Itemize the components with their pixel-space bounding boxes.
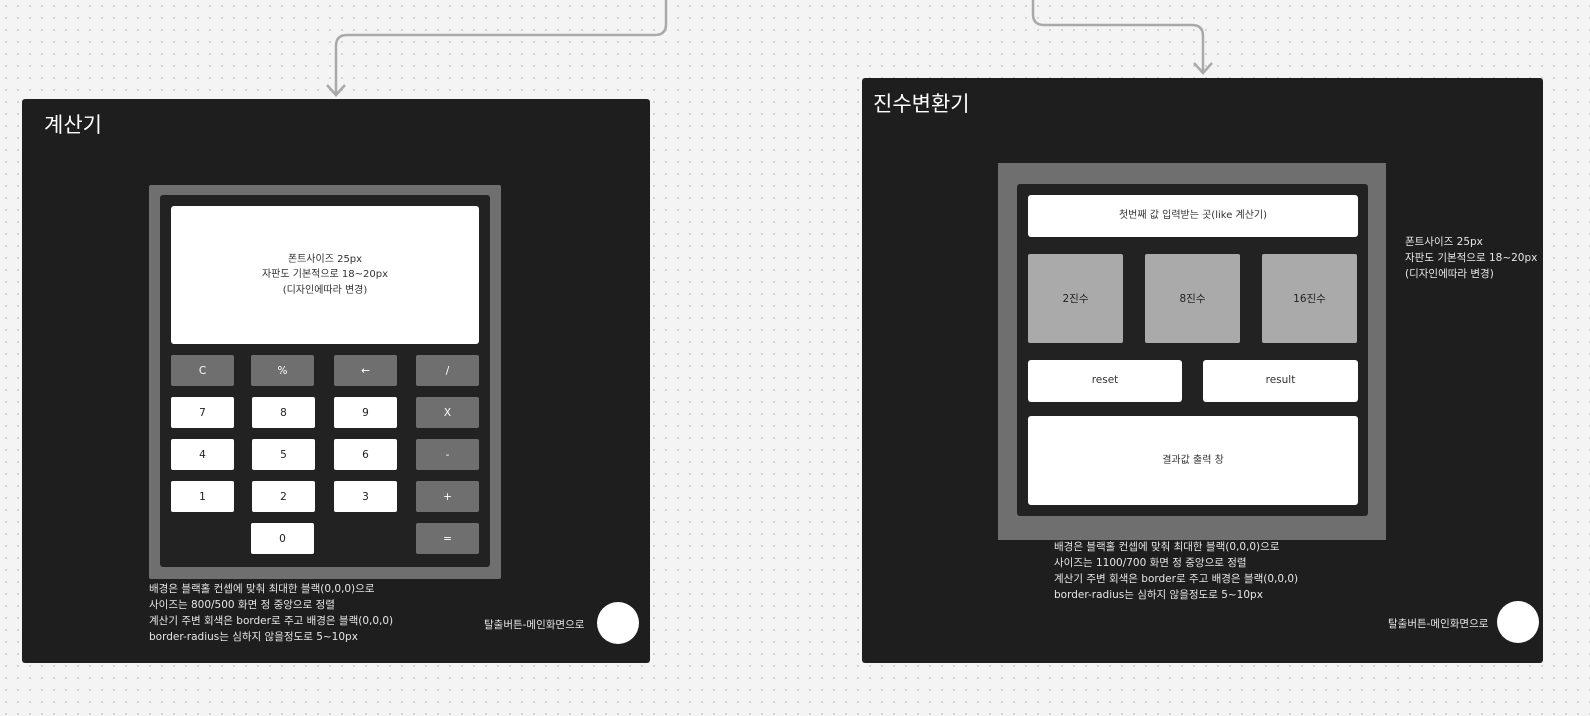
converter-design-notes: 배경은 블랙홀 컨셉에 맞춰 최대한 블랙(0,0,0)으로 사이즈는 1100…	[1054, 539, 1298, 603]
calculator-title: 계산기	[44, 113, 102, 137]
backspace-key[interactable]: ←	[334, 355, 397, 386]
note-line: 계산기 주변 회색은 border로 주고 배경은 블랙(0,0,0)	[149, 615, 394, 627]
note-line: 배경은 블랙홀 컨셉에 맞춰 최대한 블랙(0,0,0)으로	[149, 583, 375, 595]
calculator-display: 폰트사이즈 25px 자판도 기본적으로 18~20px (디자인에따라 변경)	[171, 206, 479, 344]
digit-4-key[interactable]: 4	[171, 439, 234, 470]
digit-9-key[interactable]: 9	[334, 397, 397, 428]
note-line: 사이즈는 1100/700 화면 정 중앙으로 정렬	[1054, 557, 1247, 569]
converter-title: 진수변환기	[873, 92, 970, 116]
note-line: 사이즈는 800/500 화면 정 중앙으로 정렬	[149, 599, 335, 611]
result-button[interactable]: result	[1203, 360, 1358, 402]
digit-0-key[interactable]: 0	[251, 523, 314, 554]
exit-button-label: 탈출버튼-메인화면으로	[1388, 618, 1489, 630]
divide-key[interactable]: /	[416, 355, 479, 386]
digit-2-key[interactable]: 2	[252, 481, 315, 512]
digit-5-key[interactable]: 5	[252, 439, 315, 470]
display-line: (디자인에따라 변경)	[282, 284, 368, 296]
display-line: 자판도 기본적으로 18~20px	[261, 269, 389, 281]
note-line: 폰트사이즈 25px	[1405, 236, 1483, 248]
binary-button[interactable]: 2진수	[1028, 254, 1123, 343]
note-line: (디자인에따라 변경)	[1405, 268, 1494, 280]
equals-key[interactable]: =	[416, 523, 479, 554]
reset-button[interactable]: reset	[1028, 360, 1182, 402]
percent-key[interactable]: %	[251, 355, 314, 386]
note-line: border-radius는 심하지 않을정도로 5~10px	[1054, 589, 1263, 601]
note-line: 자판도 기본적으로 18~20px	[1405, 252, 1538, 264]
note-line: 계산기 주변 회색은 border로 주고 배경은 블랙(0,0,0)	[1054, 573, 1299, 585]
digit-8-key[interactable]: 8	[252, 397, 315, 428]
exit-button-label: 탈출버튼-메인화면으로	[484, 619, 585, 631]
converter-side-notes: 폰트사이즈 25px 자판도 기본적으로 18~20px (디자인에따라 변경)	[1405, 234, 1537, 282]
digit-6-key[interactable]: 6	[334, 439, 397, 470]
converter-frame: 진수변환기 첫번째 값 입력받는 곳(like 계산기) 2진수 8진수 16진…	[862, 78, 1543, 663]
minus-key[interactable]: -	[416, 439, 479, 470]
octal-button[interactable]: 8진수	[1145, 254, 1240, 343]
hex-button[interactable]: 16진수	[1262, 254, 1357, 343]
result-output-area: 결과값 출력 창	[1028, 416, 1358, 505]
note-line: 배경은 블랙홀 컨셉에 맞춰 최대한 블랙(0,0,0)으로	[1054, 541, 1280, 553]
value-input-field[interactable]: 첫번째 값 입력받는 곳(like 계산기)	[1028, 195, 1358, 237]
digit-1-key[interactable]: 1	[171, 481, 234, 512]
multiply-key[interactable]: X	[416, 397, 479, 428]
calculator-design-notes: 배경은 블랙홀 컨셉에 맞춰 최대한 블랙(0,0,0)으로 사이즈는 800/…	[149, 581, 393, 645]
note-line: border-radius는 심하지 않을정도로 5~10px	[149, 631, 358, 643]
calculator-frame: 계산기 폰트사이즈 25px 자판도 기본적으로 18~20px (디자인에따라…	[22, 99, 650, 663]
exit-button[interactable]	[1497, 601, 1539, 643]
display-line: 폰트사이즈 25px	[287, 253, 363, 265]
calculator-connector-arrow	[334, 0, 668, 94]
clear-key[interactable]: C	[171, 355, 234, 386]
converter-connector-arrow	[1031, 0, 1205, 72]
plus-key[interactable]: +	[416, 481, 479, 512]
exit-button[interactable]	[597, 602, 639, 644]
digit-7-key[interactable]: 7	[171, 397, 234, 428]
digit-3-key[interactable]: 3	[334, 481, 397, 512]
